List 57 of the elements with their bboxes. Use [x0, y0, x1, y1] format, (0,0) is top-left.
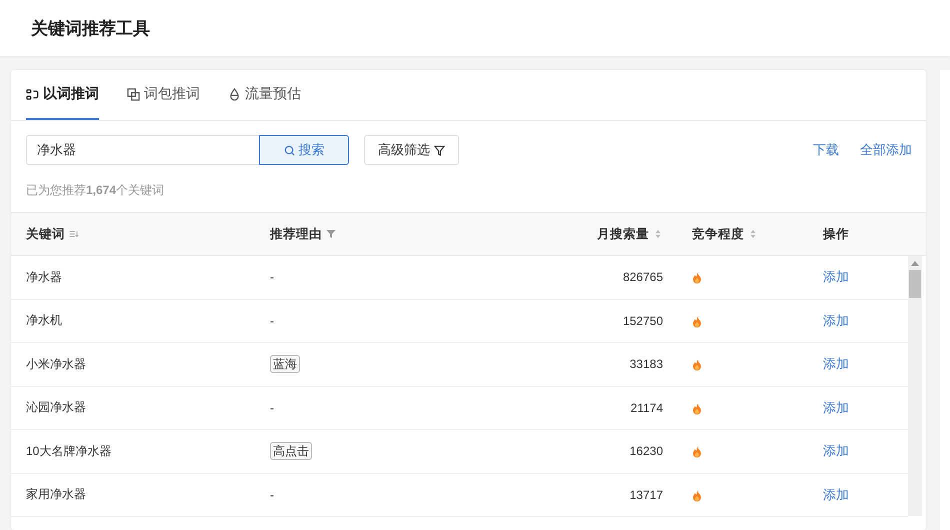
table-cell-text: 152750 [622, 314, 663, 328]
tab[interactable]: 流量预估 [228, 70, 301, 120]
page-title: 关键词推荐工具 [31, 18, 150, 40]
table-cell: - [270, 400, 274, 415]
table-cell-text: 21174 [630, 400, 663, 415]
table-cell-text: 826765 [622, 270, 663, 284]
flame-icon [692, 446, 702, 458]
add-link[interactable]: 添加 [823, 443, 849, 458]
scrollbar[interactable] [908, 256, 922, 516]
result-summary: 已为您推荐1,674个关键词 [25, 182, 166, 199]
table-cell-text: 沁园净水器 [26, 399, 87, 416]
scroll-thumb[interactable] [909, 270, 921, 298]
sort-icon [69, 229, 79, 239]
copy-icon [127, 88, 140, 100]
table-cell: - [270, 270, 274, 284]
link-icon [26, 88, 39, 100]
add-link[interactable]: 添加 [823, 356, 849, 372]
add-link[interactable]: 添加 [823, 269, 849, 284]
table-cell-text: 净水器 [26, 268, 63, 286]
flame-icon [692, 316, 702, 328]
table-cell-text: 小米净水器 [26, 356, 87, 373]
column-title: 推荐理由 [270, 226, 322, 242]
flame-icon [692, 490, 702, 502]
tab[interactable]: 以词推词 [26, 70, 99, 120]
search-icon [284, 144, 294, 156]
column-title: 月搜索量 [597, 226, 649, 242]
tab[interactable]: 词包推词 [127, 70, 200, 120]
sort-icon[interactable] [653, 229, 663, 239]
link[interactable]: 下载 [813, 141, 839, 159]
table-cell-text: 33183 [628, 357, 663, 372]
column-title: 操作 [823, 226, 849, 242]
search-field[interactable]: 净水器 [26, 135, 259, 165]
table-cell-text: 16230 [628, 444, 663, 458]
reason-tag: 高点击 [270, 442, 312, 460]
column-title: 竞争程度 [692, 226, 744, 242]
table-cell-text: 净水机 [26, 312, 63, 330]
link[interactable]: 全部添加 [860, 141, 912, 159]
filter-icon [434, 144, 445, 156]
flame-icon [692, 402, 702, 415]
add-link[interactable]: 添加 [823, 486, 849, 502]
column-title: 关键词 [26, 226, 65, 242]
scroll-up-icon[interactable] [911, 261, 919, 266]
table-cell-text: 13717 [628, 488, 663, 502]
filter-button[interactable]: 高级筛选 [364, 135, 459, 165]
table-cell: - [270, 488, 274, 502]
table-cell-text: 10大名牌净水器 [26, 442, 112, 460]
add-link[interactable]: 添加 [823, 400, 849, 415]
flame-icon [692, 359, 702, 372]
drop-icon [228, 88, 241, 100]
table-cell: - [270, 314, 274, 328]
table-cell-text: 家用净水器 [26, 486, 87, 504]
sort-icon[interactable] [748, 229, 758, 239]
add-link[interactable]: 添加 [823, 312, 849, 328]
filter-icon[interactable] [326, 229, 336, 239]
reason-tag: 蓝海 [270, 354, 300, 373]
search-button[interactable]: 搜索 [259, 135, 349, 165]
flame-icon [692, 272, 702, 284]
